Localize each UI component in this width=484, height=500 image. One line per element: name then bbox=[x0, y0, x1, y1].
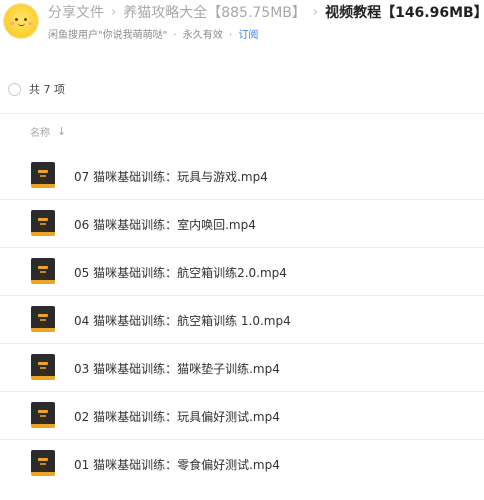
file-name[interactable]: 02 猫咪基础训练：玩具偏好测试.mp4 bbox=[74, 408, 280, 425]
avatar-eye bbox=[15, 18, 18, 21]
avatar-blush bbox=[10, 22, 15, 25]
share-meta: 闲鱼搜用户"你说我萌萌哒" · 永久有效 · 订阅 bbox=[48, 26, 258, 41]
file-name[interactable]: 01 猫咪基础训练：零食偏好测试.mp4 bbox=[74, 456, 280, 473]
breadcrumb: 分享文件 › 养猫攻略大全【885.75MB】 › 视频教程【146.96MB】 bbox=[48, 2, 484, 22]
meta-dot: · bbox=[228, 30, 233, 41]
video-file-icon bbox=[31, 354, 55, 380]
file-name[interactable]: 03 猫咪基础训练：猫咪垫子训练.mp4 bbox=[74, 360, 280, 377]
item-count-row: 共 7 项 bbox=[8, 82, 65, 96]
breadcrumb-separator: › bbox=[312, 4, 319, 20]
video-file-icon bbox=[31, 450, 55, 476]
file-row[interactable]: 05 猫咪基础训练：航空箱训练2.0.mp4 bbox=[0, 248, 484, 296]
file-row[interactable]: 06 猫咪基础训练：室内唤回.mp4 bbox=[0, 200, 484, 248]
file-name[interactable]: 06 猫咪基础训练：室内唤回.mp4 bbox=[74, 216, 256, 233]
video-file-icon bbox=[31, 210, 55, 236]
file-row[interactable]: 07 猫咪基础训练：玩具与游戏.mp4 bbox=[0, 152, 484, 200]
divider bbox=[0, 113, 484, 114]
video-file-icon bbox=[31, 402, 55, 428]
select-all-checkbox[interactable] bbox=[8, 82, 21, 96]
file-name[interactable]: 05 猫咪基础训练：航空箱训练2.0.mp4 bbox=[74, 264, 287, 281]
meta-dot: · bbox=[173, 30, 177, 41]
avatar[interactable] bbox=[4, 4, 38, 38]
avatar-eye bbox=[24, 18, 27, 21]
file-name[interactable]: 04 猫咪基础训练：航空箱训练 1.0.mp4 bbox=[74, 312, 291, 329]
sort-down-icon[interactable]: ↓ bbox=[57, 125, 66, 138]
file-row[interactable]: 01 猫咪基础训练：零食偏好测试.mp4 bbox=[0, 440, 484, 488]
share-owner: 闲鱼搜用户"你说我萌萌哒" bbox=[48, 30, 168, 41]
column-name-label[interactable]: 名称 bbox=[30, 124, 50, 139]
breadcrumb-parent[interactable]: 养猫攻略大全【885.75MB】 bbox=[123, 2, 306, 22]
video-file-icon bbox=[31, 162, 55, 188]
breadcrumb-separator: › bbox=[111, 4, 117, 20]
file-row[interactable]: 02 猫咪基础训练：玩具偏好测试.mp4 bbox=[0, 392, 484, 440]
video-file-icon bbox=[31, 258, 55, 284]
column-header[interactable]: 名称 ↓ bbox=[30, 124, 66, 139]
video-file-icon bbox=[31, 306, 55, 332]
breadcrumb-root[interactable]: 分享文件 bbox=[48, 2, 104, 22]
file-row[interactable]: 04 猫咪基础训练：航空箱训练 1.0.mp4 bbox=[0, 296, 484, 344]
avatar-mouth bbox=[18, 23, 25, 26]
file-name[interactable]: 07 猫咪基础训练：玩具与游戏.mp4 bbox=[74, 168, 268, 185]
avatar-blush bbox=[28, 22, 33, 25]
file-row[interactable]: 03 猫咪基础训练：猫咪垫子训练.mp4 bbox=[0, 344, 484, 392]
file-list: 07 猫咪基础训练：玩具与游戏.mp4 06 猫咪基础训练：室内唤回.mp4 0… bbox=[0, 152, 484, 488]
share-validity: 永久有效 bbox=[182, 30, 223, 41]
subscribe-link[interactable]: 订阅 bbox=[238, 30, 258, 41]
item-count: 共 7 项 bbox=[29, 83, 65, 96]
breadcrumb-current: 视频教程【146.96MB】 bbox=[325, 5, 484, 21]
